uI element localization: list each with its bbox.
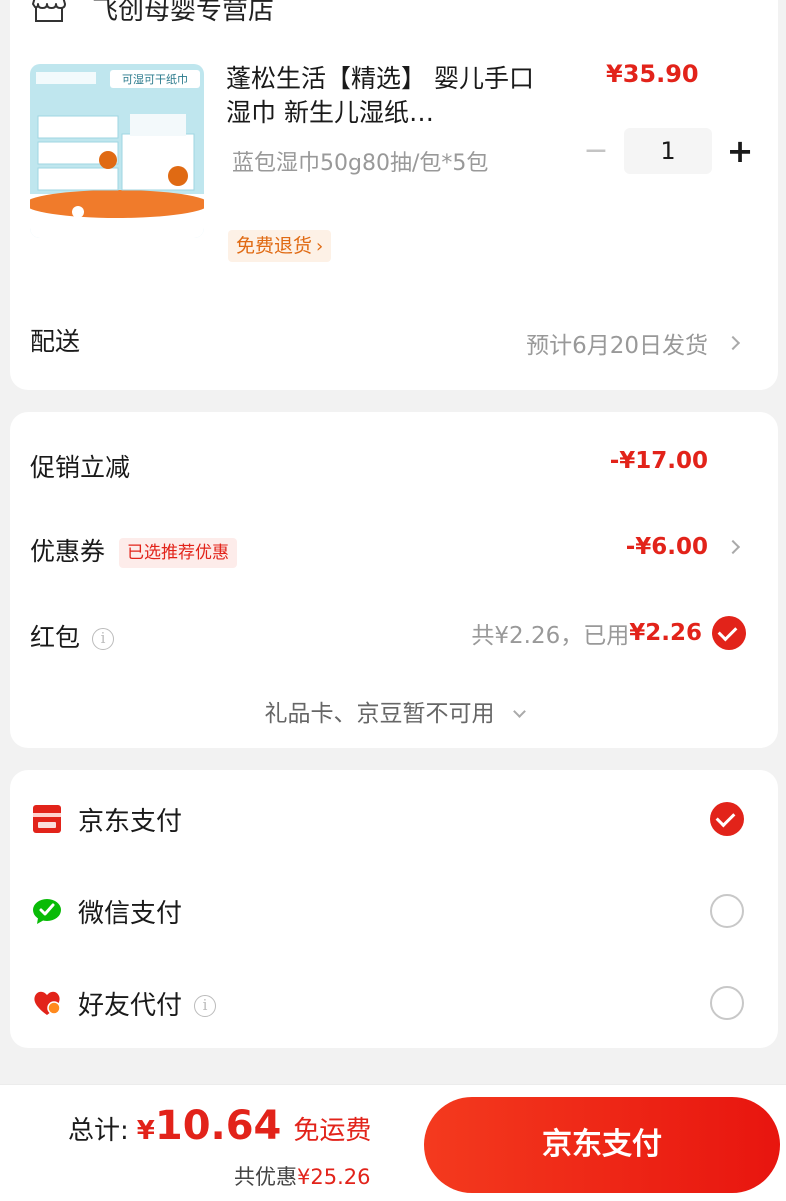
redpacket-check-icon[interactable] [712,616,746,650]
discount-card: 促销立减 -¥17.00 优惠券 已选推荐优惠 -¥6.00 红包 i 共¥2.26… [10,412,778,748]
wechat-icon [33,899,61,924]
payment-option-jdpay[interactable]: 京东支付 [32,794,744,844]
gift-card-row[interactable]: 礼品卡、京豆暂不可用 [10,694,778,728]
info-icon[interactable]: i [194,995,217,1017]
saving-prefix: 共优惠 [234,1165,297,1189]
order-card: 飞创母婴专营店 可湿可干纸巾 蓬松生活【精选】 婴儿手口湿巾 新生儿湿纸… 蓝包… [10,0,778,390]
redpacket-label: 红包 [30,623,81,652]
radio-unselected-icon[interactable] [710,986,744,1020]
redpacket-label-row: 红包 i [30,618,115,654]
payment-label-jdpay: 京东支付 [78,806,183,837]
store-name: 飞创母婴专营店 [92,0,275,26]
total-label: 总计: [68,1116,129,1146]
delivery-estimate: 预计6月20日发货 [526,333,708,359]
coupon-value: -¥6.00 [625,534,708,560]
saving-amount: ¥25.26 [297,1165,371,1189]
store-header[interactable]: 飞创母婴专营店 [32,0,274,28]
payment-option-wechat[interactable]: 微信支付 [32,886,744,936]
quantity-increase-button[interactable]: + [720,128,760,174]
heart-icon [34,991,61,1015]
total-amount: 10.64 [154,1103,282,1149]
free-return-label: 免费退货 [236,235,313,257]
coupon-row[interactable]: -¥6.00 [625,534,741,560]
product-spec[interactable]: 蓝包湿巾50g80抽/包*5包 [232,148,532,180]
chevron-down-icon [512,705,526,718]
radio-unselected-icon[interactable] [710,894,744,928]
delivery-row[interactable]: 预计6月20日发货 [526,326,741,360]
jd-pay-icon [33,805,61,833]
payment-option-friend[interactable]: 好友代付 i [32,978,744,1028]
redpacket-total: 共¥2.26，已用 [471,623,630,649]
quantity-decrease-button[interactable]: − [576,128,616,174]
checkout-bar: 总计: ¥ 10.64 免运费 共优惠¥25.26 京东支付 [0,1084,786,1201]
coupon-recommended-tag: 已选推荐优惠 [119,538,238,568]
product-image-banner: 可湿可干纸巾 [122,72,188,86]
payment-card: 京东支付 微信支付 好友代付 i [10,770,778,1048]
chevron-right-icon: › [316,236,324,257]
info-icon[interactable]: i [92,628,115,650]
total-currency: ¥ [136,1116,155,1146]
quantity-input[interactable]: 1 [624,128,712,174]
radio-selected-icon[interactable] [710,802,744,836]
chevron-right-icon [725,539,741,555]
product-price: ¥35.90 [606,60,699,88]
store-icon [32,0,66,22]
payment-label-wechat: 微信支付 [78,898,183,929]
gift-card-text: 礼品卡、京豆暂不可用 [264,701,495,727]
promo-row: -¥17.00 [610,448,738,474]
promo-value: -¥17.00 [609,448,708,474]
payment-label-friend-row: 好友代付 i [78,985,710,1022]
product-title[interactable]: 蓬松生活【精选】 婴儿手口湿巾 新生儿湿纸… [226,62,546,130]
coupon-label: 优惠券 [30,537,106,566]
delivery-label: 配送 [30,327,81,356]
promo-label: 促销立减 [30,453,131,482]
total-line: 总计: ¥ 10.64 免运费 [68,1103,371,1149]
product-image[interactable]: 可湿可干纸巾 [30,64,204,238]
payment-label-friend: 好友代付 [78,990,183,1021]
redpacket-used: ¥2.26 [629,620,702,646]
pay-button[interactable]: 京东支付 [424,1097,780,1193]
saving-line: 共优惠¥25.26 [234,1161,370,1191]
free-return-tag[interactable]: 免费退货 › [228,230,332,262]
quantity-stepper: − 1 + [576,128,760,174]
free-shipping-label: 免运费 [293,1116,372,1146]
chevron-right-icon [725,335,741,351]
coupon-label-row: 优惠券 已选推荐优惠 [30,532,238,568]
redpacket-row[interactable]: 共¥2.26，已用 ¥2.26 [471,616,746,650]
